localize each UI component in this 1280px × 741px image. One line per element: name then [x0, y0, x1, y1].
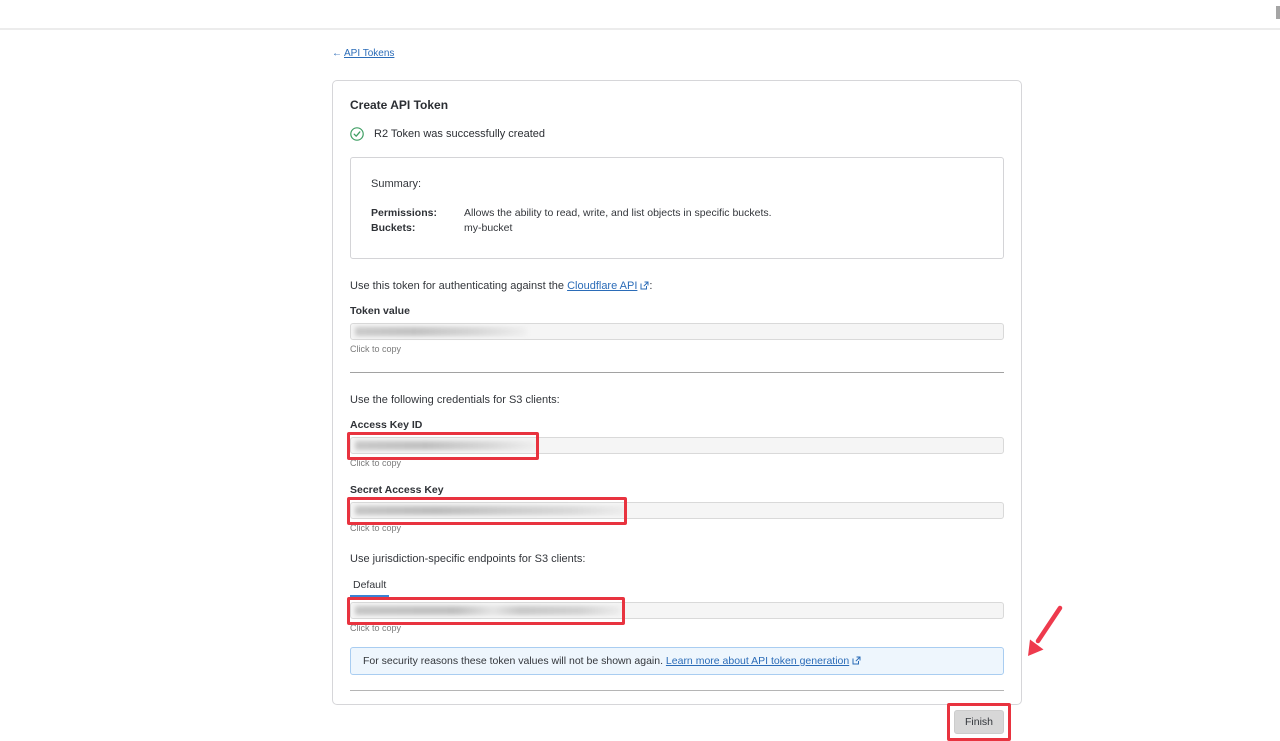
create-api-token-card: Create API Token R2 Token was successful… [332, 80, 1022, 705]
back-to-api-tokens-link[interactable]: ←API Tokens [332, 48, 394, 59]
copy-hint: Click to copy [350, 523, 1004, 533]
s3-intro-text: Use the following credentials for S3 cli… [350, 394, 1004, 406]
redacted-access-key [355, 441, 535, 450]
section-divider [350, 372, 1004, 373]
secret-access-key-field[interactable] [350, 502, 1004, 519]
token-value-field[interactable] [350, 323, 1004, 340]
redacted-secret-key [355, 506, 625, 515]
browser-ui-fragment [1276, 6, 1280, 19]
top-bar [0, 0, 1280, 30]
s3-endpoint-field[interactable] [350, 602, 1004, 619]
tab-default-endpoint[interactable]: Default [350, 577, 389, 597]
page-content: ←API Tokens Create API Token R2 Token wa… [0, 32, 1280, 720]
footer-divider [350, 690, 1004, 691]
security-notice: For security reasons these token values … [350, 647, 1004, 675]
page-title: Create API Token [350, 98, 1004, 112]
summary-row-buckets: Buckets: my-bucket [371, 221, 983, 236]
redacted-token-value [355, 327, 527, 336]
summary-label: Buckets: [371, 221, 464, 236]
success-banner: R2 Token was successfully created [350, 127, 1004, 141]
jurisdiction-intro-text: Use jurisdiction-specific endpoints for … [350, 553, 1004, 565]
api-intro-text: Use this token for authenticating agains… [350, 280, 1004, 292]
summary-value: Allows the ability to read, write, and l… [464, 206, 772, 221]
external-link-icon [852, 656, 861, 665]
success-message: R2 Token was successfully created [374, 128, 545, 140]
summary-label: Permissions: [371, 206, 464, 221]
back-arrow-icon: ← [332, 48, 342, 59]
copy-hint: Click to copy [350, 623, 1004, 633]
access-key-id-field[interactable] [350, 437, 1004, 454]
copy-hint: Click to copy [350, 458, 1004, 468]
summary-value: my-bucket [464, 221, 512, 236]
access-key-id-label: Access Key ID [350, 419, 1004, 431]
summary-row-permissions: Permissions: Allows the ability to read,… [371, 206, 983, 221]
summary-heading: Summary: [371, 178, 983, 190]
token-value-label: Token value [350, 305, 1004, 317]
finish-button[interactable]: Finish [954, 710, 1004, 734]
back-link-label: API Tokens [344, 48, 394, 59]
redacted-endpoint [355, 606, 621, 615]
copy-hint: Click to copy [350, 344, 1004, 354]
check-circle-icon [350, 127, 364, 141]
summary-box: Summary: Permissions: Allows the ability… [350, 157, 1004, 259]
secret-access-key-label: Secret Access Key [350, 484, 1004, 496]
cloudflare-api-link[interactable]: Cloudflare API [567, 280, 649, 292]
learn-more-link[interactable]: Learn more about API token generation [666, 655, 861, 667]
